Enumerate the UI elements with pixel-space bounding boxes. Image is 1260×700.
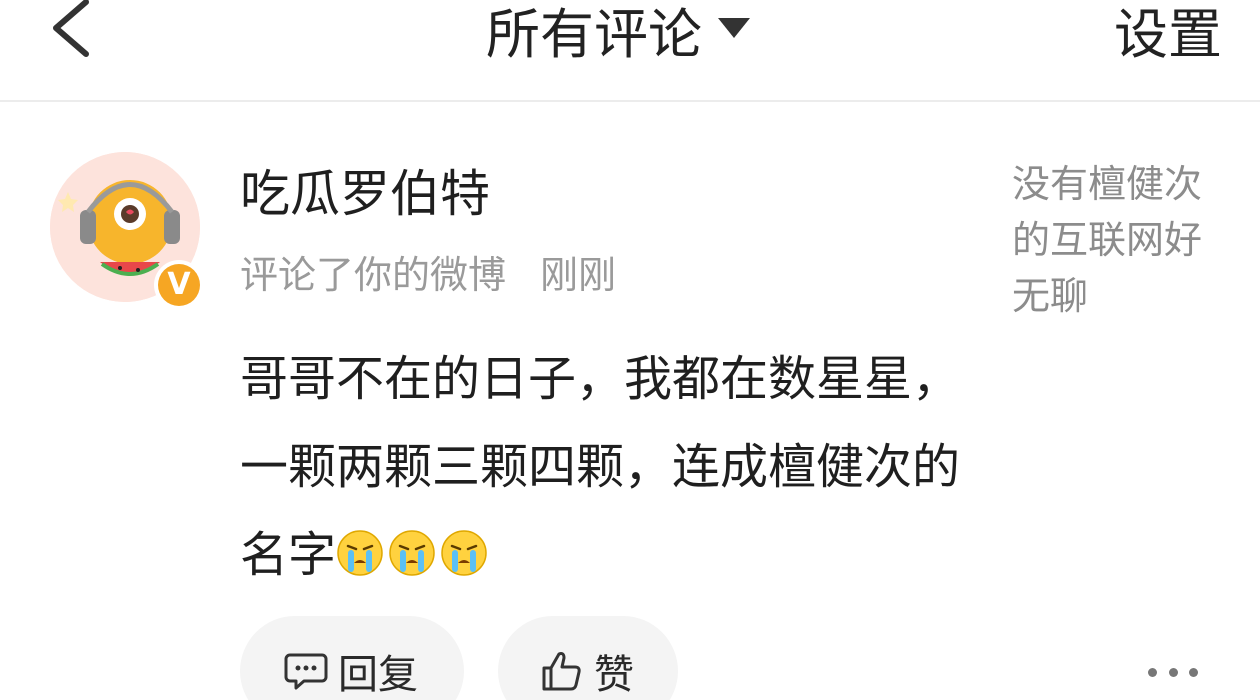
like-label: 赞 [594, 652, 634, 698]
more-dots-icon [1148, 667, 1157, 677]
reply-label: 回复 [338, 652, 418, 698]
crying-face-icon [337, 530, 383, 576]
more-dots-icon [1168, 667, 1178, 677]
more-options-button[interactable] [1148, 660, 1198, 684]
comment-meta: 评论了你的微博 刚刚 [240, 244, 616, 299]
back-arrow-icon [53, 0, 89, 57]
settings-button[interactable]: 设置 [1114, 0, 1222, 66]
thumbs-up-icon [542, 652, 581, 691]
page-title: 所有评论 [486, 2, 702, 66]
reply-button[interactable]: 回复 [240, 616, 464, 700]
original-post-preview[interactable]: 没有檀健次的互联网好无聊 [1012, 156, 1232, 324]
back-button[interactable] [40, 0, 100, 60]
username[interactable]: 吃瓜罗伯特 [240, 154, 490, 226]
like-button[interactable]: 赞 [498, 616, 678, 700]
comment-time: 刚刚 [540, 253, 617, 297]
crying-face-icon [441, 530, 487, 576]
top-bar: 所有评论 设置 [0, 0, 1260, 102]
comments-page: 所有评论 设置 V 吃瓜罗伯特 评论了你的微博 刚刚 哥哥不在的日子，我都在数星… [0, 0, 1260, 700]
comment-filter-dropdown[interactable]: 所有评论 [486, 0, 750, 66]
verified-v-icon: V [158, 264, 200, 306]
triangle-down-icon [718, 18, 750, 38]
comment-body: 哥哥不在的日子，我都在数星星，一颗两颗三颗四颗，连成檀健次的名字 [240, 335, 980, 599]
more-dots-icon [1189, 667, 1198, 677]
comment-bubble-icon [284, 653, 328, 690]
verified-badge: V [154, 260, 204, 310]
comment-action-text: 评论了你的微博 [240, 253, 507, 297]
crying-face-icon [389, 530, 435, 576]
emoji-row [336, 529, 488, 577]
